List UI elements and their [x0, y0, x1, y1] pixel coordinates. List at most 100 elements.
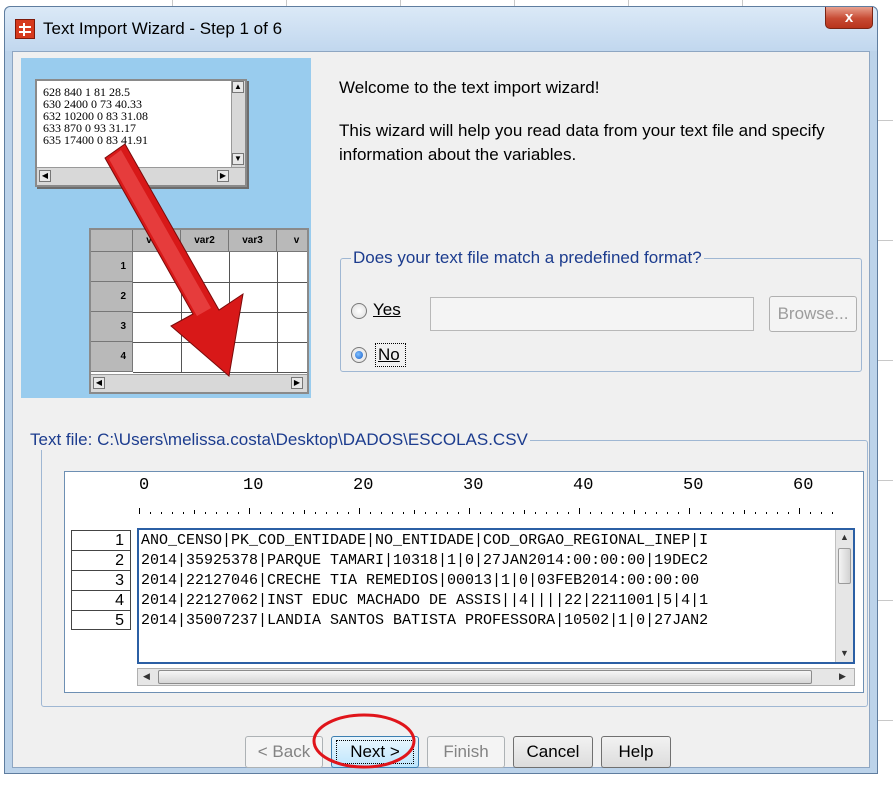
ruler-tick	[678, 512, 679, 514]
ruler-tick	[359, 508, 360, 514]
ruler-number: 10	[243, 476, 264, 495]
file-horizontal-scrollbar[interactable]: ◀ ▶	[137, 668, 855, 686]
focus-rectangle	[336, 740, 414, 764]
ruler-tick	[612, 512, 613, 514]
ruler-tick	[194, 510, 195, 514]
predefined-format-legend: Does your text file match a predefined f…	[351, 248, 704, 268]
ruler-tick	[755, 512, 756, 514]
window-title: Text Import Wizard - Step 1 of 6	[43, 19, 283, 38]
ruler-tick	[579, 508, 580, 514]
help-button[interactable]: Help	[601, 736, 671, 768]
ruler-tick	[832, 512, 833, 514]
ruler-tick	[161, 512, 162, 514]
ruler-tick	[788, 512, 789, 514]
ruler-tick	[535, 512, 536, 514]
row-number: 2	[71, 550, 131, 570]
ruler-tick	[799, 508, 800, 514]
focus-rectangle	[375, 343, 406, 367]
arrow-right-icon[interactable]: ▶	[839, 671, 846, 682]
close-button[interactable]: x	[825, 7, 873, 29]
yes-radio[interactable]	[351, 303, 367, 319]
file-line: 2014|35007237|LANDIA SANTOS BATISTA PROF…	[141, 612, 709, 629]
import-illustration: 628 840 1 81 28.5 630 2400 0 73 40.33 63…	[21, 58, 311, 398]
title-bar[interactable]: Text Import Wizard - Step 1 of 6 x	[5, 7, 877, 51]
ruler-tick	[568, 512, 569, 514]
ruler-tick	[546, 512, 547, 514]
text-file-preview[interactable]: 0 10 20 30 40 50 60 1 2 3 4 5 ANO_CENSO|PK_COD…	[64, 471, 864, 693]
import-arrow-icon	[104, 143, 244, 377]
format-file-path-input[interactable]	[430, 297, 754, 331]
ruler-tick	[689, 508, 690, 514]
ruler-tick	[337, 512, 338, 514]
ruler-tick	[667, 512, 668, 514]
ruler-tick	[601, 512, 602, 514]
ruler-number: 20	[353, 476, 374, 495]
ruler-tick	[766, 512, 767, 514]
arrow-up-icon[interactable]: ▲	[840, 532, 849, 542]
spss-table-icon	[15, 19, 35, 39]
back-button[interactable]: < Back	[245, 736, 323, 768]
ruler-tick	[370, 512, 371, 514]
row-number: 5	[71, 610, 131, 630]
ruler-tick	[304, 510, 305, 514]
ruler-tick	[150, 512, 151, 514]
ruler-tick	[821, 512, 822, 514]
row-number-column: 1 2 3 4 5	[71, 530, 131, 630]
file-lines-box[interactable]: ANO_CENSO|PK_COD_ENTIDADE|NO_ENTIDADE|CO…	[137, 528, 855, 664]
file-line: 2014|22127046|CRECHE TIA REMEDIOS|00013|…	[141, 572, 709, 589]
yes-radio-label[interactable]: Yes	[373, 300, 401, 320]
ruler-tick	[590, 512, 591, 514]
finish-button[interactable]: Finish	[427, 736, 505, 768]
ruler-tick	[557, 512, 558, 514]
ruler-tick	[414, 510, 415, 514]
ruler-tick	[634, 510, 635, 514]
ruler-tick	[216, 512, 217, 514]
file-line: ANO_CENSO|PK_COD_ENTIDADE|NO_ENTIDADE|CO…	[141, 532, 709, 549]
ruler-number: 50	[683, 476, 704, 495]
horizontal-scroll-thumb[interactable]	[158, 670, 812, 684]
text-file-path-label: Text file: C:\Users\melissa.costa\Deskto…	[28, 430, 530, 450]
ruler-tick	[458, 512, 459, 514]
vertical-scroll-thumb[interactable]	[838, 548, 851, 584]
file-line: 2014|22127062|INST EDUC MACHADO DE ASSIS…	[141, 592, 709, 609]
ruler-tick	[700, 512, 701, 514]
ruler-tick	[513, 512, 514, 514]
ruler-tick	[172, 512, 173, 514]
browse-button[interactable]: Browse...	[769, 296, 857, 332]
no-radio[interactable]	[351, 347, 367, 363]
ruler-tick	[392, 512, 393, 514]
ruler-tick	[326, 512, 327, 514]
file-vertical-scrollbar[interactable]: ▲ ▼	[835, 530, 853, 662]
ruler-tick	[645, 512, 646, 514]
arrow-down-icon[interactable]: ▼	[840, 648, 849, 658]
ruler-tick	[282, 512, 283, 514]
ruler-tick	[744, 510, 745, 514]
ruler-tick	[722, 512, 723, 514]
ruler-tick	[777, 512, 778, 514]
text-import-wizard-dialog: Text Import Wizard - Step 1 of 6 x 628 8…	[4, 6, 878, 774]
ruler-tick	[403, 512, 404, 514]
ruler-number: 60	[793, 476, 814, 495]
ruler-tick	[260, 512, 261, 514]
arrow-left-icon[interactable]: ◀	[143, 671, 150, 682]
row-number: 3	[71, 570, 131, 590]
ruler-tick	[447, 512, 448, 514]
ruler-tick	[293, 512, 294, 514]
ruler-tick	[381, 512, 382, 514]
welcome-description: This wizard will help you read data from…	[339, 121, 825, 164]
ruler-tick	[425, 512, 426, 514]
next-button[interactable]: Next >	[331, 736, 419, 768]
ruler-tick	[480, 512, 481, 514]
welcome-heading: Welcome to the text import wizard!	[339, 78, 600, 97]
ruler-tick	[436, 512, 437, 514]
ruler-tick	[139, 508, 140, 514]
ruler-tick	[348, 512, 349, 514]
dialog-body: 628 840 1 81 28.5 630 2400 0 73 40.33 63…	[12, 51, 870, 768]
ruler-tick	[469, 508, 470, 514]
column-ruler: 0 10 20 30 40 50 60	[139, 476, 839, 518]
ruler-tick	[711, 512, 712, 514]
ruler-tick	[205, 512, 206, 514]
ruler-tick	[656, 512, 657, 514]
cancel-button[interactable]: Cancel	[513, 736, 593, 768]
ruler-tick	[491, 512, 492, 514]
